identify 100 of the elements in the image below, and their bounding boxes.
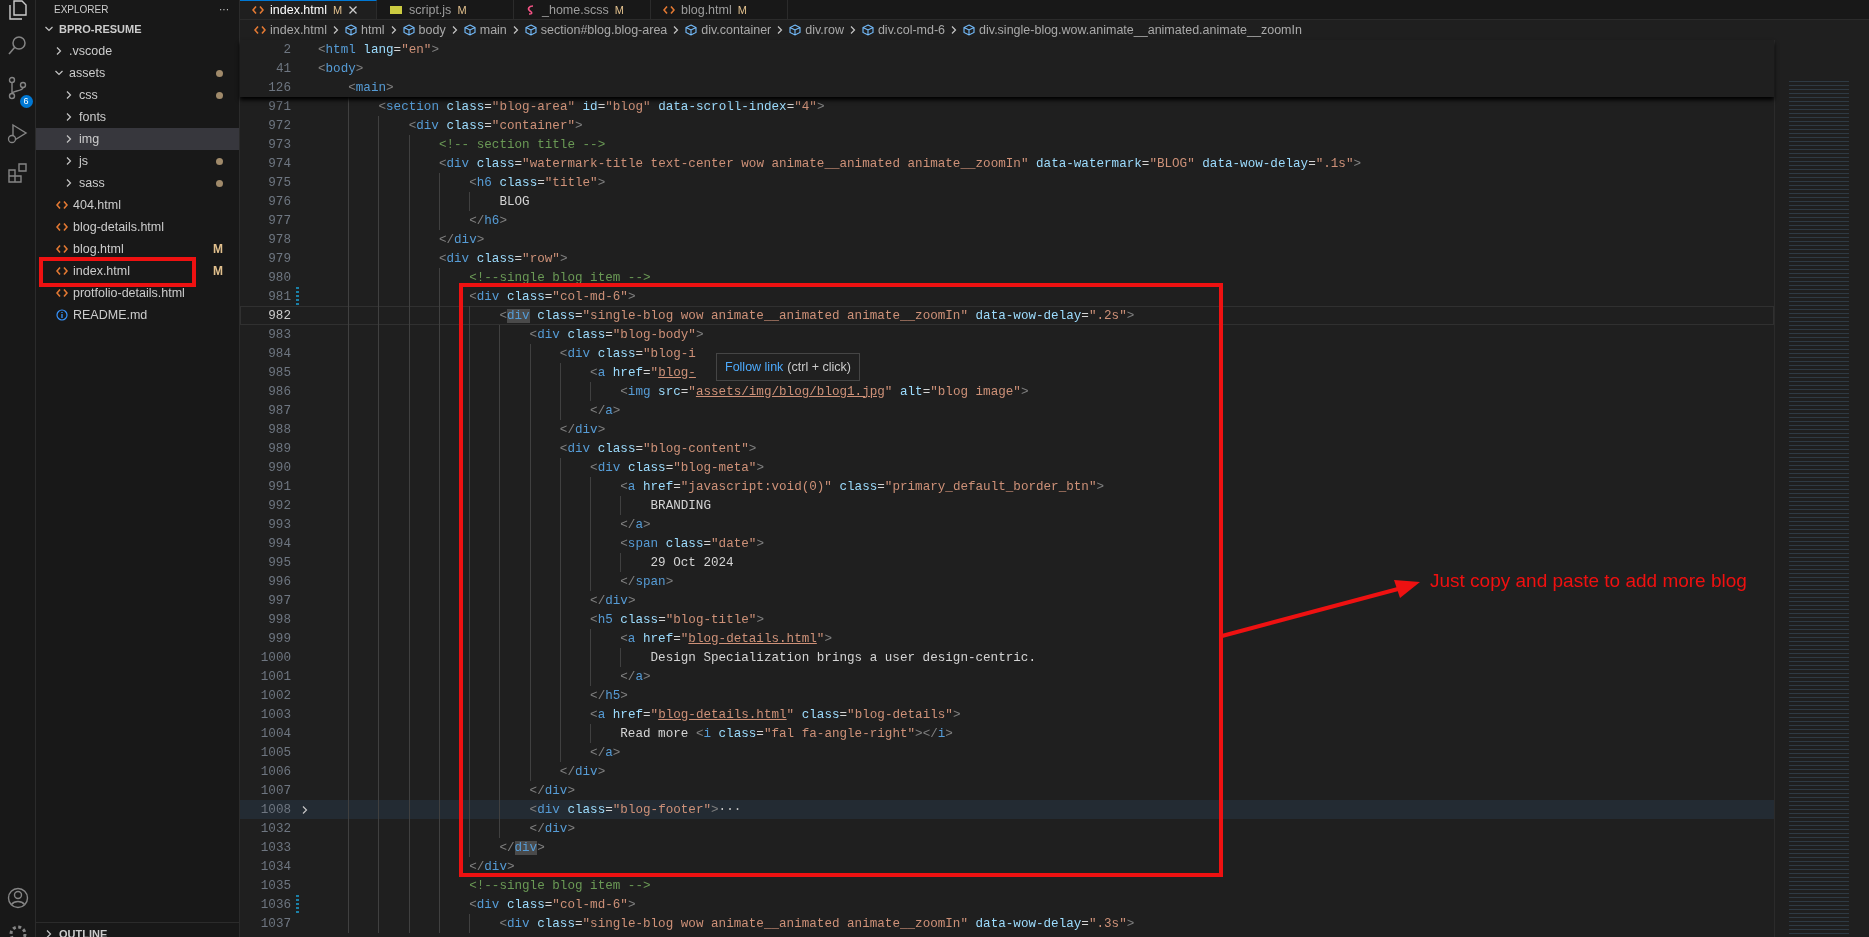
code-line: </div> xyxy=(468,859,515,874)
code-brackets-icon xyxy=(663,4,675,15)
code-line: </div> xyxy=(558,422,606,437)
chevron-right-icon xyxy=(64,178,74,188)
code-line: <div class="row"> xyxy=(437,251,568,266)
run-debug-icon[interactable] xyxy=(6,122,29,144)
code-line: <div class="blog-footer">··· xyxy=(528,802,742,817)
breadcrumb-item[interactable]: section#blog.blog-area xyxy=(524,23,668,37)
code-line: <!--single blog item --> xyxy=(468,878,651,893)
cube-icon xyxy=(463,24,476,36)
line-number: 126 xyxy=(267,80,291,95)
cube-icon xyxy=(861,24,874,36)
breadcrumb-separator-icon xyxy=(331,25,341,35)
git-status-label: M xyxy=(213,264,223,278)
code-line: <!--single blog item --> xyxy=(468,270,651,285)
line-number: 1036 xyxy=(259,897,291,912)
cube-icon xyxy=(524,24,537,36)
folder-item[interactable]: assets xyxy=(36,62,239,84)
chevron-right-icon xyxy=(54,46,64,56)
line-number: 989 xyxy=(267,441,291,456)
file-item[interactable]: 404.html xyxy=(36,194,239,216)
folder-item[interactable]: .vscode xyxy=(36,40,239,62)
folder-item[interactable]: img xyxy=(36,128,239,150)
line-number: 986 xyxy=(267,384,291,399)
folder-item[interactable]: js xyxy=(36,150,239,172)
line-number: 997 xyxy=(267,593,291,608)
code-line: <a href="blog- xyxy=(589,365,696,380)
line-number: 1033 xyxy=(259,840,291,855)
code-line: </a> xyxy=(619,669,651,684)
code-line: Design Specialization brings a user design-centric. xyxy=(649,650,1036,665)
folder-item[interactable]: sass xyxy=(36,172,239,194)
line-number: 1000 xyxy=(259,650,291,665)
line-number: 993 xyxy=(267,517,291,532)
line-number: 2 xyxy=(282,42,291,57)
sass-file-icon xyxy=(526,4,536,15)
line-number: 981 xyxy=(267,289,291,304)
code-line: <div class="blog-body"> xyxy=(528,327,704,342)
line-number: 999 xyxy=(267,631,291,646)
chevron-down-icon xyxy=(44,24,54,34)
account-icon[interactable] xyxy=(6,887,29,909)
line-number: 1035 xyxy=(259,878,291,893)
line-number: 983 xyxy=(267,327,291,342)
file-item[interactable]: README.md xyxy=(36,304,239,326)
breadcrumb-item[interactable]: div.col-md-6 xyxy=(861,23,946,37)
line-number: 974 xyxy=(267,156,291,171)
file-item[interactable]: blog.html M xyxy=(36,238,239,260)
line-number: 1001 xyxy=(259,669,291,684)
more-actions-button[interactable]: ··· xyxy=(219,3,229,15)
panel-title: EXPLORER xyxy=(54,3,109,15)
code-line: </span> xyxy=(619,574,674,589)
file-item[interactable]: protfolio-details.html xyxy=(36,282,239,304)
line-number: 1005 xyxy=(259,745,291,760)
code-line: </div> xyxy=(528,821,575,836)
extensions-icon[interactable] xyxy=(6,162,29,184)
breadcrumb-item[interactable]: body xyxy=(402,23,446,37)
file-item[interactable]: index.html M xyxy=(36,260,239,282)
code-line: <section class="blog-area" id="blog" data-scroll-index="4"> xyxy=(377,99,825,114)
code-line: </h6> xyxy=(468,213,507,228)
code-line: <a href="blog-details.html" class="blog-details"> xyxy=(589,707,961,722)
line-number: 998 xyxy=(267,612,291,627)
line-number: 1002 xyxy=(259,688,291,703)
search-icon[interactable] xyxy=(6,34,29,56)
project-folder[interactable]: BPRO-RESUME xyxy=(36,18,239,40)
code-line: <div class="col-md-6"> xyxy=(468,289,636,304)
files-icon[interactable] xyxy=(6,0,29,20)
follow-link-text[interactable]: Follow link xyxy=(725,360,784,374)
code-brackets-icon xyxy=(56,200,68,210)
line-number: 985 xyxy=(267,365,291,380)
breadcrumb-item[interactable]: main xyxy=(463,23,507,37)
badge: 6 xyxy=(19,95,33,108)
code-line: <html lang="en"> xyxy=(318,42,439,57)
file-item[interactable]: blog-details.html xyxy=(36,216,239,238)
code-brackets-icon xyxy=(254,25,266,35)
code-brackets-icon xyxy=(56,222,68,232)
line-number: 977 xyxy=(267,213,291,228)
breadcrumb-item[interactable]: div.container xyxy=(685,23,772,37)
breadcrumb-item[interactable]: html xyxy=(345,23,385,37)
folder-item[interactable]: fonts xyxy=(36,106,239,128)
line-number: 1007 xyxy=(259,783,291,798)
code-brackets-icon xyxy=(56,266,68,276)
chevron-down-icon xyxy=(54,68,64,78)
code-line: </a> xyxy=(589,745,621,760)
line-number: 990 xyxy=(267,460,291,475)
folder-item[interactable]: css xyxy=(36,84,239,106)
code-brackets-icon xyxy=(56,244,68,254)
cube-icon xyxy=(402,24,415,36)
line-number: 1034 xyxy=(259,859,291,874)
code-line: </div> xyxy=(498,840,545,855)
cube-icon xyxy=(685,24,698,36)
line-number: 979 xyxy=(267,251,291,266)
close-icon[interactable] xyxy=(348,5,359,15)
breadcrumb-item[interactable]: div.row xyxy=(789,23,844,37)
line-number: 972 xyxy=(267,118,291,133)
breadcrumb-item[interactable]: index.html xyxy=(254,23,327,37)
breadcrumb-item[interactable]: div.single-blog.wow.animate__animated.animate__zoomIn xyxy=(963,23,1302,37)
chevron-right-icon xyxy=(64,90,74,100)
editor-tab[interactable]: index.html M xyxy=(240,0,377,19)
line-number: 984 xyxy=(267,346,291,361)
code-line: Read more <i class="fal fa-angle-right"></i> xyxy=(619,726,953,741)
code-line: </div> xyxy=(589,593,636,608)
